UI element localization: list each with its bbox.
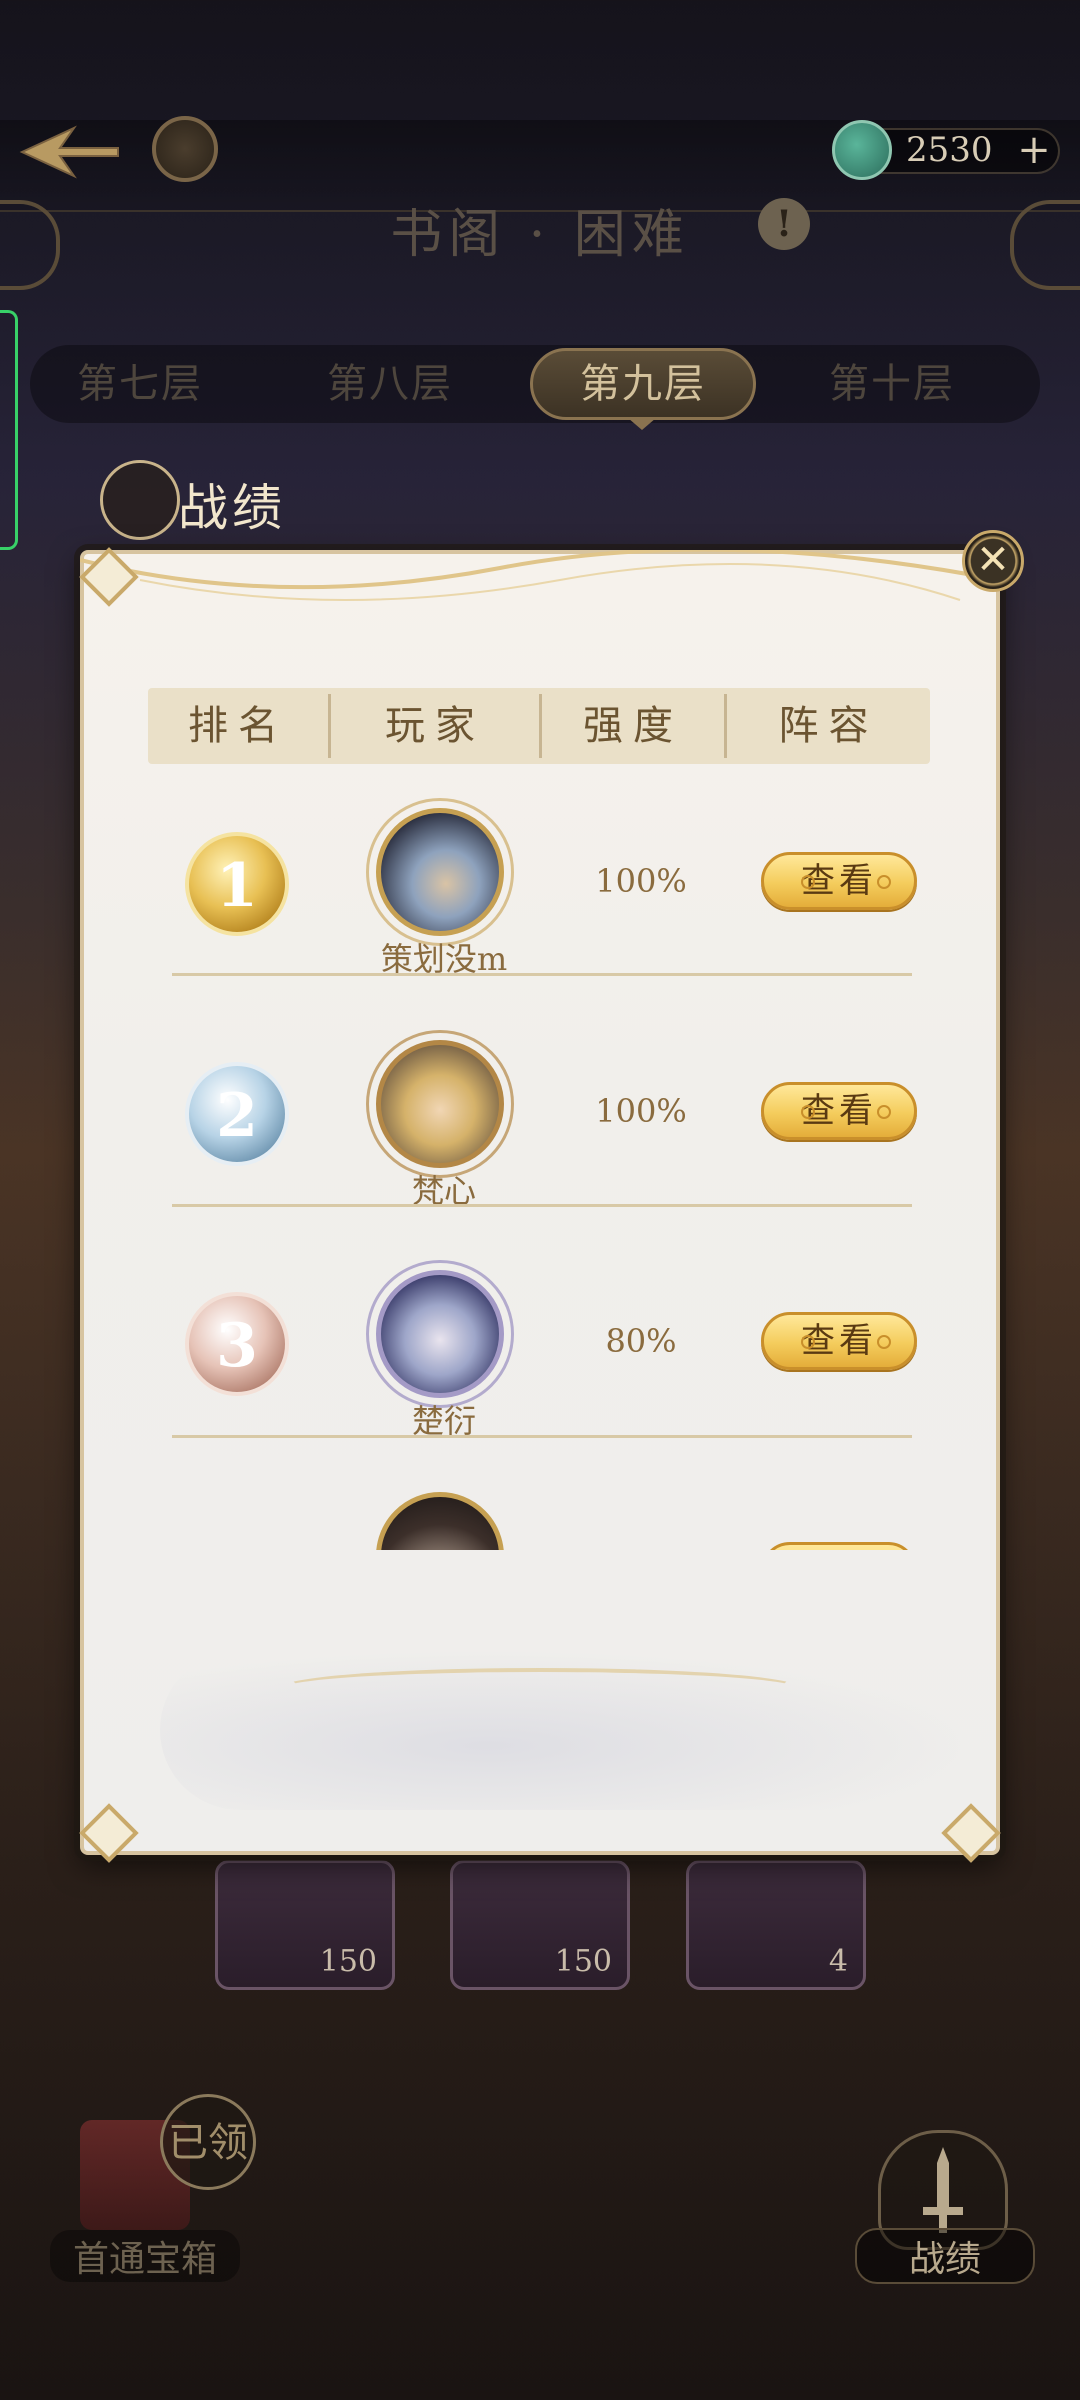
scroll-icon[interactable]: [152, 116, 218, 182]
tab-floor-7[interactable]: 第七层: [40, 345, 240, 423]
strength-value: 80%: [605, 1322, 677, 1360]
row-divider: [172, 1435, 912, 1438]
player-avatar[interactable]: [376, 1270, 504, 1398]
first-clear-chest-label: 首通宝箱: [50, 2230, 240, 2282]
side-highlight-frame: [0, 310, 18, 550]
active-tab-pointer: [628, 418, 656, 430]
tab-floor-10[interactable]: 第十层: [792, 345, 992, 423]
player-avatar[interactable]: [376, 1492, 504, 1550]
add-currency-button[interactable]: +: [1014, 130, 1054, 172]
reward-count-2: 150: [554, 1944, 612, 1979]
record-button[interactable]: 战绩: [855, 2228, 1035, 2284]
column-header-player: 玩家: [385, 703, 485, 749]
tab-floor-9[interactable]: 第九层: [530, 348, 756, 420]
tab-floor-8[interactable]: 第八层: [290, 345, 490, 423]
player-avatar[interactable]: [376, 808, 504, 936]
claimed-badge: 已领: [160, 2094, 256, 2190]
reward-count-3: 4: [828, 1944, 848, 1979]
view-lineup-button[interactable]: 查看: [761, 1082, 917, 1140]
strength-value: 100%: [595, 862, 687, 900]
cloud-swirl-decoration: [280, 1668, 800, 1708]
rank-medal-gold: 1: [185, 832, 289, 936]
corner-ornament-right: [1010, 200, 1080, 290]
view-lineup-button[interactable]: [761, 1542, 917, 1550]
corner-ornament-left: [0, 200, 60, 290]
info-icon[interactable]: !: [758, 198, 810, 250]
section-title: 战绩: [178, 479, 286, 537]
column-header-rank: 排名: [188, 703, 288, 749]
view-lineup-button[interactable]: 查看: [761, 852, 917, 910]
view-lineup-button[interactable]: 查看: [761, 1312, 917, 1370]
strength-value: 100%: [595, 1092, 687, 1130]
rank-medal-silver: 2: [185, 1062, 289, 1166]
jade-currency-icon: [832, 120, 892, 180]
currency-value: 2530: [906, 130, 993, 170]
row-divider: [172, 1204, 912, 1207]
rank-medal-bronze: 3: [185, 1292, 289, 1396]
column-header-strength: 强度: [583, 703, 683, 749]
back-arrow-icon[interactable]: [14, 120, 124, 184]
player-avatar[interactable]: [376, 1040, 504, 1168]
close-button[interactable]: ✕: [962, 530, 1024, 592]
record-emblem-icon: [100, 460, 180, 540]
column-header-lineup: 阵容: [778, 703, 879, 749]
reward-count-1: 150: [319, 1944, 377, 1979]
row-divider: [172, 973, 912, 976]
page-title: 书阁 · 困难: [390, 205, 690, 265]
list-item-partial[interactable]: [150, 1478, 930, 1550]
